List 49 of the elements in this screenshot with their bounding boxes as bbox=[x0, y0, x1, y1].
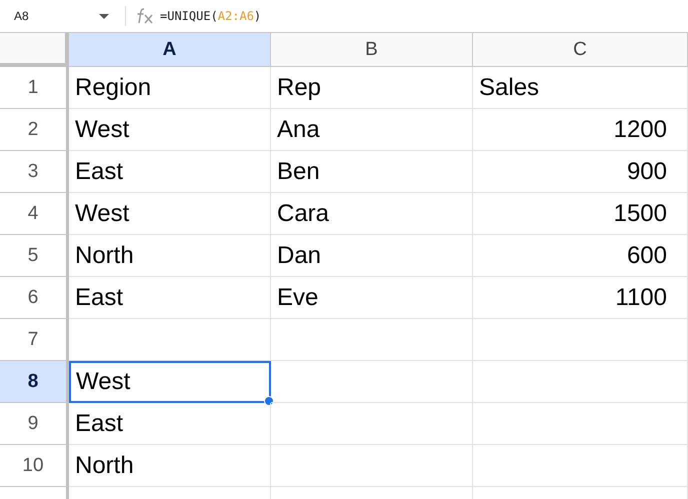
table-cell[interactable]: 900 bbox=[473, 151, 688, 193]
row-header[interactable]: 6 bbox=[0, 277, 69, 319]
table-cell[interactable]: Cara bbox=[271, 193, 473, 235]
table-cell[interactable]: North bbox=[69, 445, 271, 487]
table-cell[interactable]: West bbox=[69, 109, 271, 151]
table-cell[interactable]: 600 bbox=[473, 235, 688, 277]
select-all-corner[interactable] bbox=[0, 33, 69, 67]
function-icon bbox=[136, 8, 154, 24]
table-cell[interactable] bbox=[473, 319, 688, 361]
table-cell[interactable] bbox=[271, 361, 473, 403]
table-cell[interactable]: East bbox=[69, 277, 271, 319]
row-header[interactable]: 9 bbox=[0, 403, 69, 445]
row-header[interactable]: 1 bbox=[0, 67, 69, 109]
table-cell[interactable]: 1500 bbox=[473, 193, 688, 235]
row-header[interactable]: 2 bbox=[0, 109, 69, 151]
table-cell[interactable]: Sales bbox=[473, 67, 688, 109]
column-header[interactable]: A bbox=[69, 33, 271, 67]
table-cell[interactable]: West bbox=[69, 193, 271, 235]
row-header[interactable]: 4 bbox=[0, 193, 69, 235]
column-header[interactable]: C bbox=[473, 33, 688, 67]
row-header[interactable]: 5 bbox=[0, 235, 69, 277]
table-cell[interactable]: Dan bbox=[271, 235, 473, 277]
table-cell[interactable] bbox=[271, 445, 473, 487]
table-cell[interactable] bbox=[473, 361, 688, 403]
table-cell[interactable] bbox=[473, 403, 688, 445]
table-cell[interactable]: Eve bbox=[271, 277, 473, 319]
table-cell[interactable] bbox=[69, 319, 271, 361]
table-cell[interactable] bbox=[271, 319, 473, 361]
table-cell[interactable]: Ana bbox=[271, 109, 473, 151]
table-cell[interactable]: North bbox=[69, 235, 271, 277]
table-cell[interactable]: West bbox=[69, 361, 271, 403]
name-box[interactable]: A8 bbox=[0, 9, 117, 23]
table-cell[interactable]: Region bbox=[69, 67, 271, 109]
row-header[interactable]: 3 bbox=[0, 151, 69, 193]
table-cell[interactable]: 1100 bbox=[473, 277, 688, 319]
row-header[interactable]: 7 bbox=[0, 319, 69, 361]
fill-handle[interactable] bbox=[264, 396, 274, 406]
table-cell[interactable] bbox=[473, 445, 688, 487]
row-header[interactable]: 10 bbox=[0, 445, 69, 487]
table-cell[interactable]: 1200 bbox=[473, 109, 688, 151]
table-cell[interactable] bbox=[271, 403, 473, 445]
formula-text[interactable]: =UNIQUE(A2:A6) bbox=[160, 9, 262, 23]
table-cell[interactable]: East bbox=[69, 151, 271, 193]
table-cell[interactable]: East bbox=[69, 403, 271, 445]
table-cell[interactable]: Ben bbox=[271, 151, 473, 193]
row-header[interactable]: 8 bbox=[0, 361, 69, 403]
dropdown-caret-icon[interactable] bbox=[99, 14, 109, 18]
table-cell[interactable]: Rep bbox=[271, 67, 473, 109]
column-header[interactable]: B bbox=[271, 33, 473, 67]
